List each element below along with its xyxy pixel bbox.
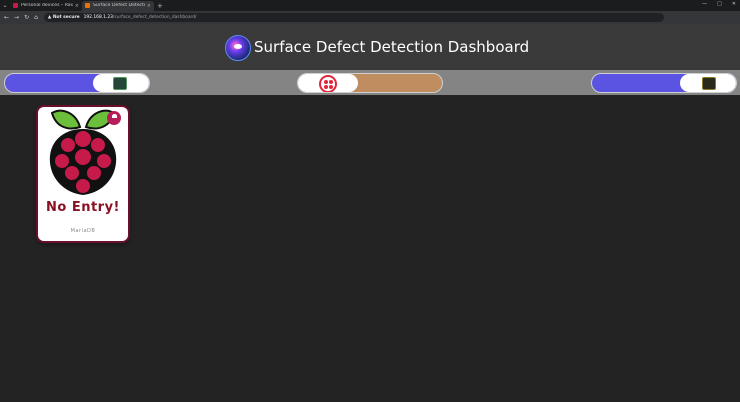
toggle-knob [298,74,358,92]
toggle-knob [93,74,149,92]
raspberry-favicon-icon [13,3,18,8]
window-controls: — □ ✕ [702,1,736,7]
toggle-knob [680,74,736,92]
tab-dashboard[interactable]: Surface Defect Detection Dash × [82,0,154,11]
circuit-board-icon [113,77,127,90]
raspberry-pi-card[interactable] [38,107,128,241]
browser-toolbar: ← → ↻ ⌂ ▲ Not secure 192.168.1.23/surfac… [0,11,740,30]
logo-eye-icon [234,44,242,49]
close-window-icon[interactable]: ✕ [732,1,736,7]
device-toggle-left[interactable] [4,73,150,93]
tab-label: Surface Defect Detection Dash [93,3,145,8]
url-host: 192.168.1.23 [83,15,113,20]
dashboard-logo-icon [225,35,251,61]
home-icon[interactable]: ⌂ [34,14,38,21]
user-badge-icon[interactable] [107,111,121,125]
url-path: /surface_defect_detection_dashboard/ [112,15,197,20]
reload-icon[interactable]: ↻ [24,14,29,21]
new-tab-button[interactable]: + [157,2,163,10]
forward-icon[interactable]: → [14,14,19,21]
twilio-icon [319,75,337,92]
minimize-icon[interactable]: — [702,1,707,7]
address-bar[interactable]: ▲ Not secure 192.168.1.23/surface_defect… [43,13,664,22]
twilio-toggle[interactable] [297,73,443,93]
device-toggle-right[interactable] [591,73,737,93]
close-tab-icon[interactable]: × [75,3,79,9]
tab-raspberry-pi[interactable]: Personal devices – Raspberry P × [10,1,82,11]
tab-label: Personal devices – Raspberry P [21,3,73,8]
tab-search-icon[interactable]: ⌄ [0,2,10,9]
database-label: MariaDB [70,228,96,234]
back-icon[interactable]: ← [4,14,9,21]
dashboard-favicon-icon [85,3,90,8]
maximize-icon[interactable]: □ [717,1,722,7]
microcontroller-icon [702,77,716,90]
browser-tab-bar: ⌄ Personal devices – Raspberry P × Surfa… [0,0,740,11]
no-entry-status: No Entry! [45,200,120,215]
navigation-buttons: ← → ↻ ⌂ [4,14,38,21]
security-indicator[interactable]: ▲ Not secure [48,15,80,20]
page-title: Surface Defect Detection Dashboard [254,38,530,56]
close-tab-icon[interactable]: × [147,3,151,9]
